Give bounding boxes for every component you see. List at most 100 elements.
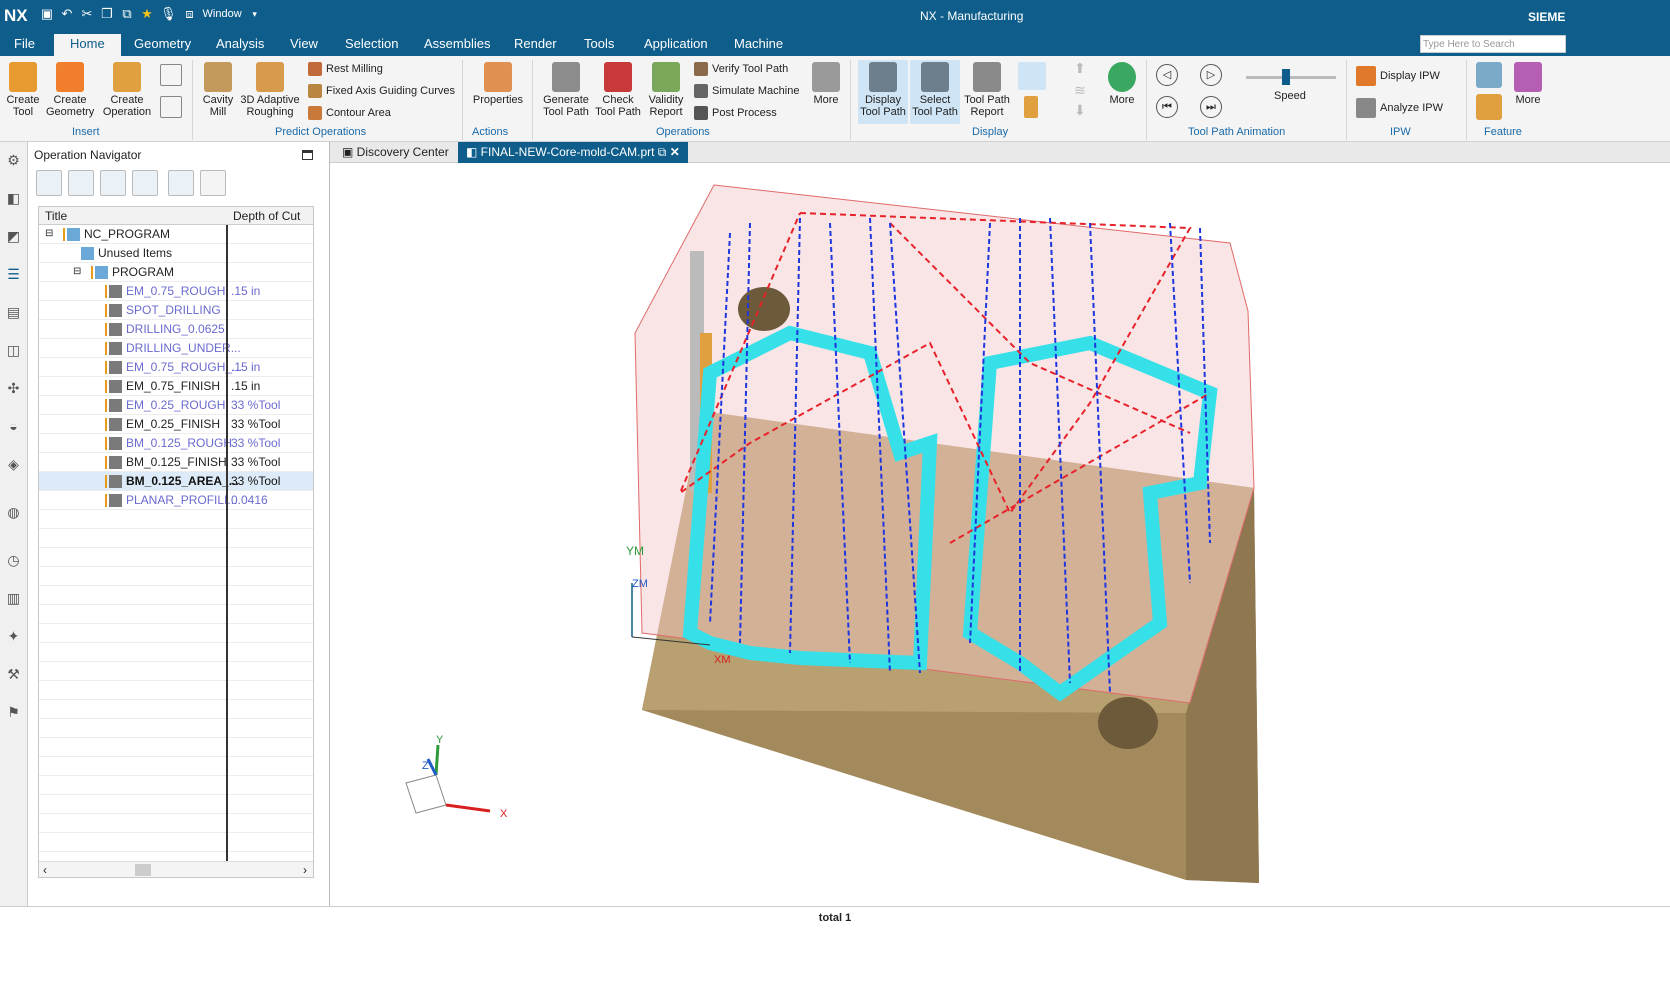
post-process-button[interactable]: Post Process	[694, 106, 777, 120]
scroll-left-icon[interactable]: ‹	[43, 863, 47, 877]
tree-row[interactable]: BM_0.125_AREA_... 33 %Tool	[39, 472, 313, 491]
display-ipw-button[interactable]: Display IPW	[1356, 66, 1440, 86]
add-icon[interactable]	[160, 64, 182, 86]
tree-row[interactable]: EM_0.25_ROUGH 33 %Tool	[39, 396, 313, 415]
properties-button[interactable]: Properties	[470, 62, 526, 106]
switch-window-icon[interactable]: ⧈	[183, 6, 197, 22]
speed-slider-handle[interactable]	[1282, 69, 1290, 85]
tree-row[interactable]: EM_0.75_ROUGH_... .15 in	[39, 358, 313, 377]
horizontal-scrollbar[interactable]: ‹ ›	[39, 861, 313, 877]
step-back-icon[interactable]: ◁	[1156, 64, 1178, 86]
geometry-view-icon[interactable]	[100, 170, 126, 196]
tree-row[interactable]: ⊟ PROGRAM	[39, 263, 313, 282]
maximize-icon[interactable]	[302, 150, 313, 160]
part-navigator-icon[interactable]: ◧	[4, 190, 24, 210]
tab-discovery-center[interactable]: ▣ Discovery Center	[334, 142, 457, 163]
window-menu[interactable]: Window	[203, 8, 242, 20]
play-icon[interactable]: ▷	[1200, 64, 1222, 86]
view-triad[interactable]: Y Z X	[405, 734, 508, 820]
undock-icon[interactable]: ⧉	[654, 145, 667, 159]
rewind-icon[interactable]: ⏮	[1156, 96, 1178, 118]
menu-application[interactable]: Application	[644, 36, 708, 51]
create-geometry-button[interactable]: Create Geometry	[46, 62, 94, 118]
graphics-viewport[interactable]: YM ZM XM Y Z X	[330, 163, 1670, 905]
simulate-machine-button[interactable]: Simulate Machine	[694, 84, 799, 98]
machining-method-view-icon[interactable]	[132, 170, 158, 196]
microphone-icon[interactable]: 🎙	[160, 6, 177, 22]
tab-part-file[interactable]: ◧ FINAL-NEW-Core-mold-CAM.prt ⧉ ✕	[458, 142, 688, 163]
menu-render[interactable]: Render	[514, 36, 557, 51]
menu-view[interactable]: View	[290, 36, 318, 51]
tree-row[interactable]: DRILLING_0.0625	[39, 320, 313, 339]
tools-icon[interactable]: ⚒	[4, 666, 24, 686]
check-tool-path-button[interactable]: Check Tool Path	[594, 62, 642, 118]
fixed-axis-button[interactable]: Fixed Axis Guiding Curves	[308, 84, 455, 98]
paste-icon[interactable]: ⧉	[120, 6, 134, 22]
scroll-thumb[interactable]	[135, 864, 151, 876]
menu-analysis[interactable]: Analysis	[216, 36, 264, 51]
menu-selection[interactable]: Selection	[345, 36, 398, 51]
save-icon[interactable]: ▣	[40, 6, 54, 22]
stack-icon[interactable]: ≋	[1074, 82, 1086, 99]
web-browser-icon[interactable]: ◍	[4, 504, 24, 524]
feature-navigator-icon[interactable]: ◒	[4, 418, 24, 438]
more-feature-button[interactable]: More	[1510, 62, 1546, 106]
tree-row[interactable]: BM_0.125_FINISH 33 %Tool	[39, 453, 313, 472]
create-tool-button[interactable]: Create Tool	[4, 62, 42, 118]
select-tool-path-button[interactable]: Select Tool Path	[910, 60, 960, 124]
show-tool-icon[interactable]	[1018, 62, 1046, 90]
arrow-down-icon[interactable]: ⬇	[1074, 102, 1086, 119]
remove-view-icon[interactable]	[200, 170, 226, 196]
search-icon[interactable]: ⌕	[1552, 35, 1559, 51]
roles-icon[interactable]: ✦	[4, 628, 24, 648]
search-input[interactable]: Type Here to Search	[1420, 35, 1566, 53]
tree-row[interactable]: EM_0.75_FINISH .15 in	[39, 377, 313, 396]
machine-tool-icon[interactable]: ▤	[4, 304, 24, 324]
create-operation-button[interactable]: Create Operation	[100, 62, 154, 118]
feature-add-icon[interactable]	[1476, 94, 1502, 120]
menu-tools[interactable]: Tools	[584, 36, 614, 51]
machine-icon[interactable]: ⚑	[4, 704, 24, 724]
assembly-navigator-icon[interactable]: ◩	[4, 228, 24, 248]
menu-home[interactable]: Home	[54, 34, 121, 56]
analyze-ipw-button[interactable]: Analyze IPW	[1356, 98, 1443, 118]
operation-navigator-icon[interactable]: ☰	[4, 266, 24, 286]
menu-assemblies[interactable]: Assemblies	[424, 36, 490, 51]
tree-row[interactable]: PLANAR_PROFILI... 0.0416	[39, 491, 313, 510]
tree-row[interactable]: Unused Items	[39, 244, 313, 263]
menu-geometry[interactable]: Geometry	[134, 36, 191, 51]
fast-forward-icon[interactable]: ⏭	[1200, 96, 1222, 118]
history-icon[interactable]: ◷	[4, 552, 24, 572]
tool-icon[interactable]	[1024, 96, 1038, 118]
tree-row[interactable]: DRILLING_UNDER...	[39, 339, 313, 358]
adaptive-roughing-button[interactable]: 3D Adaptive Roughing	[240, 62, 300, 118]
palette-icon[interactable]: ▥	[4, 590, 24, 610]
add-view-icon[interactable]	[168, 170, 194, 196]
display-tool-path-button[interactable]: Display Tool Path	[858, 60, 908, 124]
program-order-view-icon[interactable]	[36, 170, 62, 196]
undo-icon[interactable]: ↶	[60, 6, 74, 22]
tree-row[interactable]: EM_0.75_ROUGH .15 in	[39, 282, 313, 301]
method-view-icon[interactable]: ✣	[4, 380, 24, 400]
menu-machine[interactable]: Machine	[734, 36, 783, 51]
favorite-icon[interactable]: ★	[140, 6, 154, 22]
copy-icon[interactable]: ❐	[100, 6, 114, 22]
tree-row[interactable]: BM_0.125_ROUGH 33 %Tool	[39, 434, 313, 453]
column-header-title[interactable]: Title	[39, 207, 227, 225]
tree-row[interactable]: ⊟ NC_PROGRAM	[39, 225, 313, 244]
tool-path-report-button[interactable]: Tool Path Report	[962, 62, 1012, 118]
cut-icon[interactable]: ✂	[80, 6, 94, 22]
reuse-library-icon[interactable]: ◈	[4, 456, 24, 476]
machine-tool-view-icon[interactable]	[68, 170, 94, 196]
generate-tool-path-button[interactable]: Generate Tool Path	[540, 62, 592, 118]
rest-milling-button[interactable]: Rest Milling	[308, 62, 383, 76]
cam-model-view[interactable]: YM ZM XM Y Z X	[330, 163, 1670, 905]
collapse-icon[interactable]: ⊟	[45, 225, 53, 243]
cavity-mill-button[interactable]: Cavity Mill	[200, 62, 236, 118]
geometry-view-icon[interactable]: ◫	[4, 342, 24, 362]
column-header-depth[interactable]: Depth of Cut	[227, 207, 313, 225]
contour-area-button[interactable]: Contour Area	[308, 106, 391, 120]
validity-report-button[interactable]: Validity Report	[644, 62, 688, 118]
more-button[interactable]: More	[808, 62, 844, 106]
verify-tool-path-button[interactable]: Verify Tool Path	[694, 62, 788, 76]
